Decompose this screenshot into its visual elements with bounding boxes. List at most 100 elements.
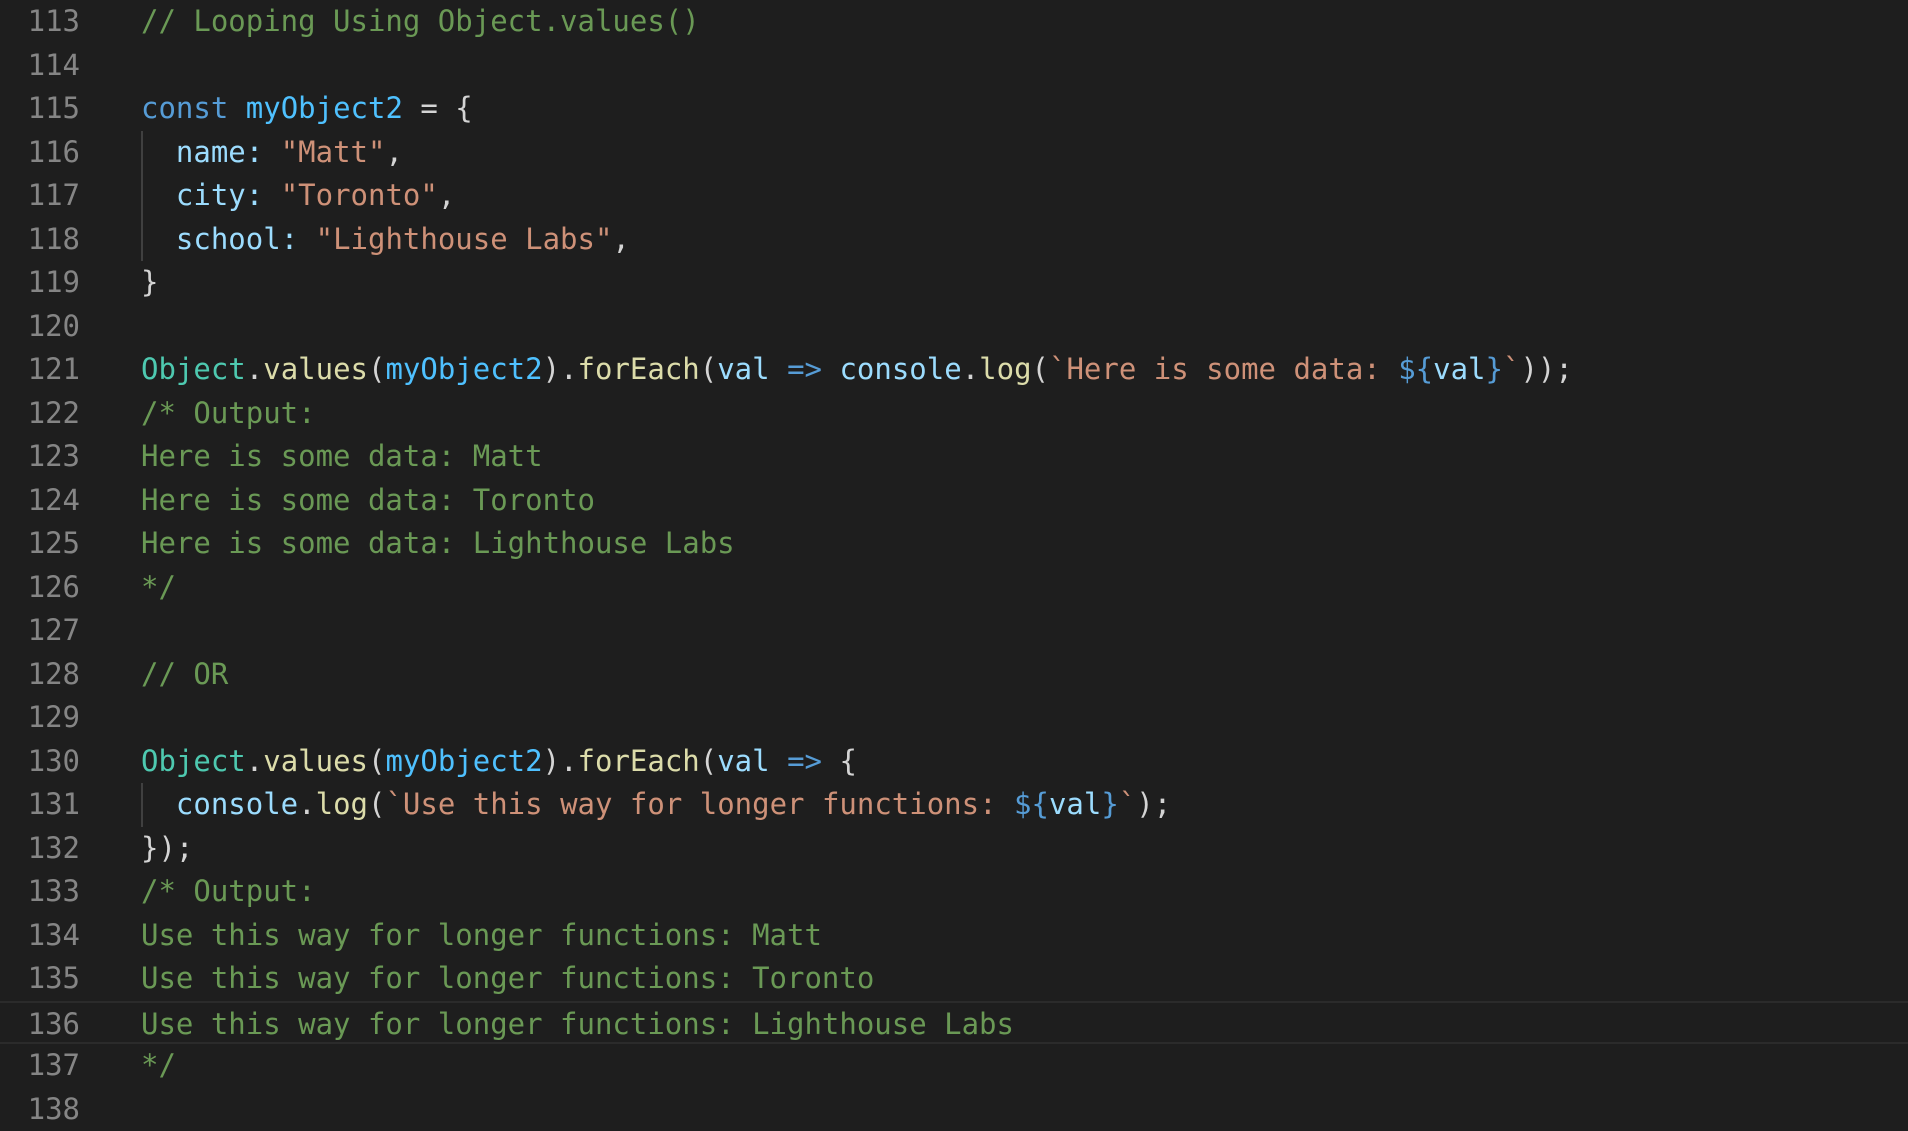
- code-line[interactable]: 134Use this way for longer functions: Ma…: [0, 914, 1908, 958]
- code-token: [770, 744, 787, 778]
- code-line[interactable]: 138: [0, 1088, 1908, 1131]
- code-token: log: [979, 352, 1031, 386]
- code-line[interactable]: 119}: [0, 261, 1908, 305]
- line-number: 122: [0, 392, 80, 436]
- line-number: 115: [0, 87, 80, 131]
- code-token: val: [717, 744, 769, 778]
- line-number: 125: [0, 522, 80, 566]
- code-token: [141, 178, 176, 212]
- code-text: name: "Matt",: [141, 131, 403, 175]
- code-token: city: [176, 178, 246, 212]
- code-token: myObject2: [385, 744, 542, 778]
- code-token: ).: [543, 744, 578, 778]
- code-text: // Looping Using Object.values(): [141, 0, 700, 44]
- code-token: Here is some data: Lighthouse Labs: [141, 526, 735, 560]
- code-line[interactable]: 128 // OR: [0, 653, 1908, 697]
- code-line[interactable]: 130Object.values(myObject2).forEach(val …: [0, 740, 1908, 784]
- code-line[interactable]: 116 name: "Matt",: [0, 131, 1908, 175]
- code-editor[interactable]: 113// Looping Using Object.values()11411…: [0, 0, 1908, 1130]
- code-line[interactable]: 132});: [0, 827, 1908, 871]
- code-token: val: [717, 352, 769, 386]
- code-line[interactable]: 114: [0, 44, 1908, 88]
- code-line[interactable]: 118 school: "Lighthouse Labs",: [0, 218, 1908, 262]
- code-text: Here is some data: Toronto: [141, 479, 595, 523]
- code-token: val: [1433, 352, 1485, 386]
- code-text: city: "Toronto",: [141, 174, 455, 218]
- line-number: 133: [0, 870, 80, 914]
- code-token: {: [822, 744, 857, 778]
- code-token: `: [1119, 787, 1136, 821]
- code-line[interactable]: 113// Looping Using Object.values(): [0, 0, 1908, 44]
- code-token: /* Output:: [141, 874, 316, 908]
- code-token: Use this way for longer functions: Toron…: [141, 961, 874, 995]
- line-number: 128: [0, 653, 80, 697]
- code-text: console.log(`Use this way for longer fun…: [141, 783, 1171, 827]
- code-text: // OR: [141, 653, 228, 697]
- code-token: "Matt": [281, 135, 386, 169]
- code-line[interactable]: 123Here is some data: Matt: [0, 435, 1908, 479]
- code-token: school: [176, 222, 281, 256]
- code-text: */: [141, 1044, 176, 1088]
- line-number: 132: [0, 827, 80, 871]
- code-token: (: [700, 352, 717, 386]
- line-number: 138: [0, 1088, 80, 1131]
- code-token: [822, 352, 839, 386]
- code-line[interactable]: 129: [0, 696, 1908, 740]
- code-token: (: [368, 352, 385, 386]
- code-line[interactable]: 125 Here is some data: Lighthouse Labs: [0, 522, 1908, 566]
- code-token: ,: [438, 178, 455, 212]
- code-token: }: [1486, 352, 1503, 386]
- code-token: (: [368, 744, 385, 778]
- code-token: // Looping Using Object.values(): [141, 4, 700, 38]
- code-line[interactable]: 136 Use this way for longer functions: Li…: [0, 1001, 1908, 1045]
- line-number: 129: [0, 696, 80, 740]
- code-token: = {: [403, 91, 473, 125]
- code-token: values: [263, 744, 368, 778]
- line-number: 116: [0, 131, 80, 175]
- code-line[interactable]: 127: [0, 609, 1908, 653]
- code-token: });: [141, 831, 193, 865]
- line-number: 136: [0, 1003, 80, 1047]
- code-token: forEach: [578, 352, 700, 386]
- line-number: 119: [0, 261, 80, 305]
- code-line[interactable]: 131 console.log(`Use this way for longer…: [0, 783, 1908, 827]
- code-token: );: [1136, 787, 1171, 821]
- code-token: }: [1101, 787, 1118, 821]
- code-token: (: [700, 744, 717, 778]
- code-line[interactable]: 121Object.values(myObject2).forEach(val …: [0, 348, 1908, 392]
- code-line[interactable]: 120: [0, 305, 1908, 349]
- code-token: "Toronto": [281, 178, 438, 212]
- line-number: 137: [0, 1044, 80, 1088]
- code-token: [141, 222, 176, 256]
- code-token: ,: [612, 222, 629, 256]
- code-text: });: [141, 827, 193, 871]
- code-token: .: [246, 744, 263, 778]
- code-token: values: [263, 352, 368, 386]
- line-number: 121: [0, 348, 80, 392]
- code-token: forEach: [578, 744, 700, 778]
- code-text: }: [141, 261, 158, 305]
- code-token: ${: [1398, 352, 1433, 386]
- line-number: 126: [0, 566, 80, 610]
- code-token: :: [246, 178, 281, 212]
- code-line[interactable]: 115const myObject2 = {: [0, 87, 1908, 131]
- code-line[interactable]: 126*/: [0, 566, 1908, 610]
- code-token: Here is some data: Matt: [141, 439, 543, 473]
- code-token: .: [246, 352, 263, 386]
- code-line[interactable]: 122/* Output:: [0, 392, 1908, 436]
- code-line[interactable]: 117 city: "Toronto",: [0, 174, 1908, 218]
- line-number: 118: [0, 218, 80, 262]
- code-token: `: [1503, 352, 1520, 386]
- code-token: :: [246, 135, 281, 169]
- line-number: 130: [0, 740, 80, 784]
- code-line[interactable]: 124Here is some data: Toronto: [0, 479, 1908, 523]
- code-text: Here is some data: Matt: [141, 435, 543, 479]
- code-text: /* Output:: [141, 870, 316, 914]
- code-text: Use this way for longer functions: Light…: [141, 1003, 1014, 1047]
- code-token: [770, 352, 787, 386]
- code-line[interactable]: 133 /* Output:: [0, 870, 1908, 914]
- code-line[interactable]: 137 */: [0, 1044, 1908, 1088]
- code-token: name: [176, 135, 246, 169]
- code-token: .: [962, 352, 979, 386]
- code-line[interactable]: 135Use this way for longer functions: To…: [0, 957, 1908, 1001]
